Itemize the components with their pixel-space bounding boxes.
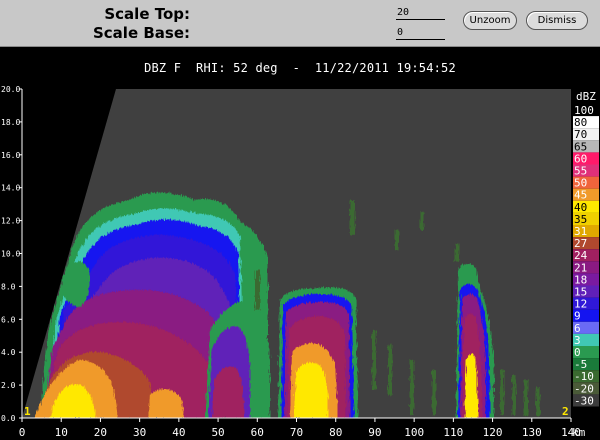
x-tick-label: 40 (172, 426, 185, 439)
colorbar-label: 21 (574, 261, 587, 274)
y-tick-label: 16.0 (1, 151, 20, 160)
x-ticks: 0 10 20 30 40 50 60 70 80 90 100 110 120 130 140km (19, 418, 586, 439)
colorbar-label: 40 (574, 201, 587, 214)
colorbar-label: 45 (574, 189, 587, 202)
y-tick-label: 8.0 (1, 282, 16, 291)
cell2-yellow (294, 362, 328, 418)
colorbar-label: -10 (574, 370, 594, 383)
y-tick-label: 18.0 (1, 118, 20, 127)
colorbar-label: 12 (574, 298, 587, 311)
y-tick-label: 0.0 (1, 414, 16, 423)
colorbar-title: dBZ (576, 90, 596, 103)
colorbar-label: 65 (574, 140, 587, 153)
y-tick-label: 14.0 (1, 184, 20, 193)
dbz-colorbar: dBZ1008070656055504540353127242118151296… (573, 90, 599, 407)
y-ticks: 0.0 2.0 4.0 6.0 8.0 10.0 12.0 14.0 16.0 18.0 20.0 (1, 85, 22, 423)
x-tick-label: 30 (133, 426, 146, 439)
colorbar-label: 70 (574, 128, 587, 141)
colorbar-label: 100 (574, 104, 594, 117)
colorbar-label: 3 (574, 334, 581, 347)
colorbar-label: 31 (574, 225, 587, 238)
y-tick-label: 12.0 (1, 217, 20, 226)
x-tick-label: 60 (251, 426, 264, 439)
colorbar-label: -20 (574, 382, 594, 395)
x-tick-label: 130 (522, 426, 542, 439)
colorbar-label: 50 (574, 177, 587, 190)
x-tick-label: 90 (368, 426, 381, 439)
colorbar-label: 24 (574, 249, 588, 262)
y-tick-label: 20.0 (1, 85, 20, 94)
cell3-yellow (465, 354, 478, 418)
colorbar-label: 60 (574, 152, 587, 165)
colorbar-label: -5 (574, 358, 587, 371)
x-tick-label: 70 (290, 426, 303, 439)
colorbar-label: 27 (574, 237, 587, 250)
radar-rhi-plot[interactable]: 0.0 2.0 4.0 6.0 8.0 10.0 12.0 14.0 16.0 18.0 2 0.0 … (0, 0, 600, 440)
y-tick-label: 10.0 (1, 250, 20, 259)
colorbar-label: 9 (574, 310, 581, 323)
x-tick-label: 120 (483, 426, 503, 439)
range-marker-right: 2 (562, 405, 569, 418)
colorbar-label: 55 (574, 165, 587, 178)
colorbar-label: 6 (574, 322, 581, 335)
x-tick-label: 10 (55, 426, 68, 439)
x-unit-label: km (572, 426, 586, 439)
x-tick-label: 80 (329, 426, 342, 439)
colorbar-label: 0 (574, 346, 581, 359)
y-tick-label: 6.0 (1, 315, 16, 324)
x-tick-label: 100 (404, 426, 424, 439)
x-tick-label: 20 (94, 426, 107, 439)
colorbar-label: 18 (574, 273, 587, 286)
x-tick-label: 110 (443, 426, 463, 439)
colorbar-label: 80 (574, 116, 587, 129)
y-tick-label: 4.0 (1, 348, 16, 357)
colorbar-label: 15 (574, 286, 587, 299)
colorbar-label: -30 (574, 394, 594, 407)
x-tick-label: 0 (19, 426, 26, 439)
range-marker-left: 1 (24, 405, 31, 418)
colorbar-label: 35 (574, 213, 587, 226)
y-tick-label: 2.0 (1, 381, 16, 390)
x-tick-label: 50 (211, 426, 224, 439)
